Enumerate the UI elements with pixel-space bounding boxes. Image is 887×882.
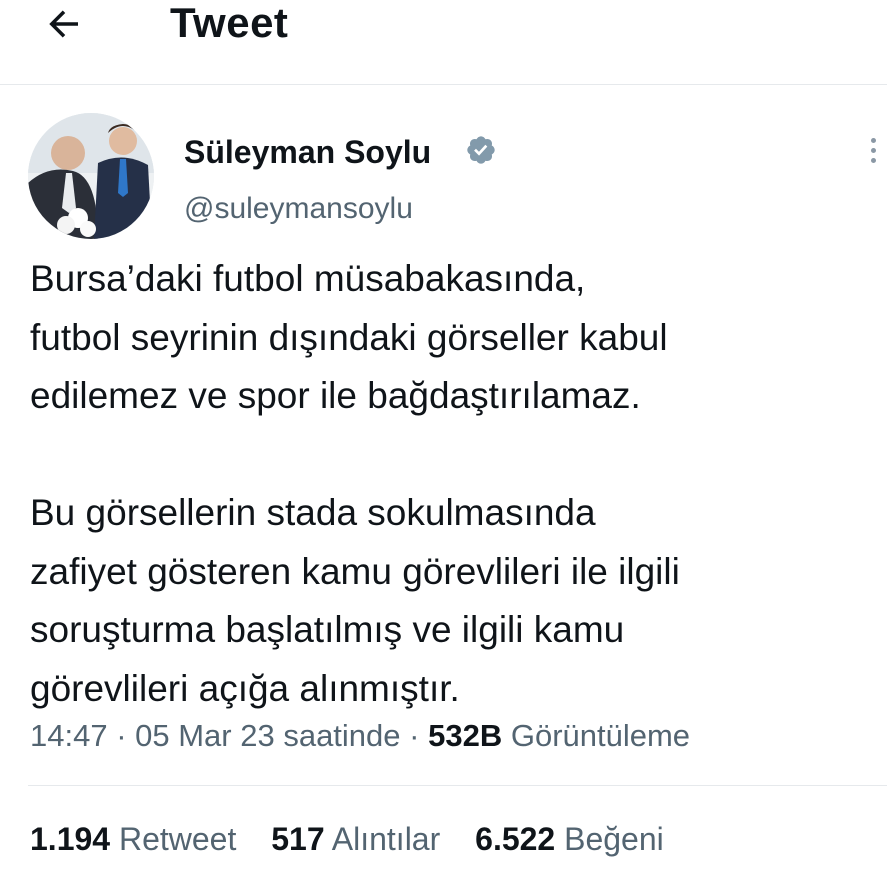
quotes-stat[interactable]: 517 Alıntılar [271, 821, 440, 857]
tweet-date[interactable]: 05 Mar 23 saatinde [135, 718, 400, 753]
more-options-button[interactable] [858, 130, 887, 170]
likes-label: Beğeni [564, 821, 664, 857]
author-handle[interactable]: @suleymansoylu [184, 190, 413, 228]
quotes-count: 517 [271, 821, 325, 857]
avatar[interactable] [28, 113, 154, 239]
separator-dot: · [400, 718, 429, 753]
tweet-line: edilemez ve spor ile bağdaştırılamaz. [30, 375, 641, 416]
divider [28, 785, 887, 786]
retweets-stat[interactable]: 1.194 Retweet [30, 821, 236, 857]
likes-stat[interactable]: 6.522 Beğeni [475, 821, 664, 857]
retweets-label: Retweet [118, 821, 237, 857]
views-count: 532B [428, 718, 503, 753]
retweets-count: 1.194 [30, 821, 111, 857]
verified-badge-icon [467, 136, 495, 164]
avatar-photo [28, 113, 154, 239]
tweet-line: Bu görsellerin stada sokulmasında [30, 492, 596, 533]
tweet-line: Bursa’daki futbol müsabakasında, [30, 258, 586, 299]
page-title: Tweet [170, 0, 289, 46]
tweet-meta: 14:47 · 05 Mar 23 saatinde · 532B Görünt… [30, 716, 690, 756]
tweet-line: zafiyet gösteren kamu görevlileri ile il… [30, 550, 680, 592]
engagement-stats: 1.194 Retweet 517 Alıntılar 6.522 Beğeni [30, 818, 690, 860]
more-vertical-icon [870, 137, 876, 143]
likes-count: 6.522 [475, 821, 556, 857]
quotes-label: Alıntılar [331, 821, 441, 857]
separator-dot: · [107, 718, 136, 753]
tweet-line: futbol seyrinin dışındaki görseller kabu… [30, 316, 668, 358]
top-bar: Tweet [0, 0, 887, 85]
tweet-line: soruşturma başlatılmış ve ilgili kamu [30, 609, 625, 650]
tweet-text: Bursa’daki futbol müsabakasında, futbol … [30, 250, 870, 718]
tweet-time[interactable]: 14:47 [30, 718, 108, 753]
arrow-left-icon [49, 10, 78, 38]
back-button[interactable] [40, 0, 88, 48]
author-name[interactable]: Süleyman Soylu [184, 132, 431, 172]
views-label: Görüntüleme [510, 718, 691, 753]
tweet-line: görevlileri açığa alınmıştır. [30, 667, 460, 709]
